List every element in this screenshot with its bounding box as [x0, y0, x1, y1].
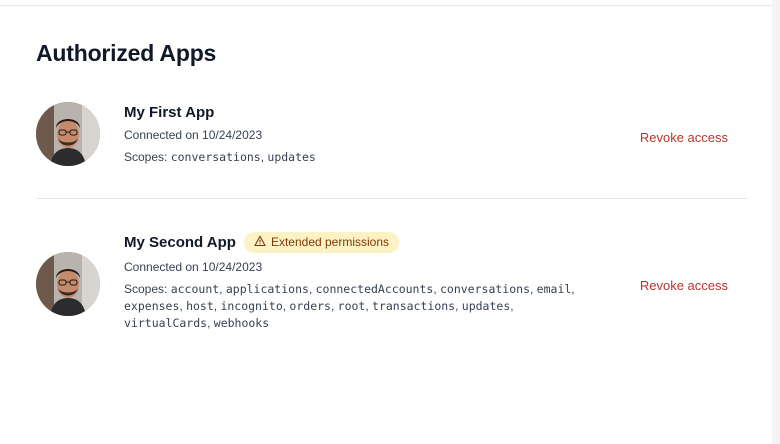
- scope-token: account: [170, 282, 220, 296]
- app-row-first: My First App Connected on 10/24/2023 Sco…: [36, 102, 748, 199]
- app-name: My Second App: [124, 233, 236, 251]
- scope-token: conversations: [170, 150, 261, 164]
- scope-token: root: [337, 299, 366, 313]
- scopes-label: Scopes:: [124, 282, 168, 296]
- scopes-list: Scopes: account, applications, connected…: [124, 282, 575, 330]
- scope-token: host: [186, 299, 214, 313]
- app-info: My Second App Extended permissions Conne…: [124, 230, 604, 332]
- scope-token: connectedAccounts: [315, 282, 434, 296]
- connected-date: Connected on 10/24/2023: [124, 260, 263, 274]
- app-name-line: My Second App Extended permissions: [124, 231, 604, 253]
- page-title: Authorized Apps: [36, 40, 217, 66]
- scope-token: updates: [267, 150, 316, 164]
- revoke-access-button[interactable]: Revoke access: [640, 130, 728, 145]
- connected-date: Connected on 10/24/2023: [124, 128, 263, 142]
- app-name: My First App: [124, 103, 215, 121]
- scope-token: conversations: [439, 282, 530, 296]
- app-name-line: My First App: [124, 102, 604, 122]
- scope-token: email: [536, 282, 572, 296]
- app-info: My First App Connected on 10/24/2023 Sco…: [124, 102, 604, 166]
- scope-token: transactions: [372, 299, 456, 313]
- scopes-list: Scopes: conversations, updates: [124, 150, 316, 164]
- scrollbar-track[interactable]: [772, 0, 780, 444]
- scope-token: incognito: [220, 299, 283, 313]
- scope-token: virtualCards: [124, 316, 208, 330]
- warning-triangle-icon: [254, 235, 266, 250]
- scopes-label: Scopes:: [124, 150, 168, 164]
- extended-permissions-badge: Extended permissions: [243, 231, 400, 253]
- scope-token: webhooks: [213, 316, 270, 330]
- app-avatar: [36, 252, 100, 316]
- scope-token: orders: [289, 299, 331, 313]
- app-avatar: [36, 102, 100, 166]
- badge-label: Extended permissions: [270, 235, 390, 249]
- scope-token: updates: [461, 299, 511, 313]
- app-row-second: My Second App Extended permissions Conne…: [36, 230, 748, 340]
- top-divider: [0, 5, 772, 6]
- scope-token: expenses: [124, 299, 180, 313]
- revoke-access-button[interactable]: Revoke access: [640, 278, 728, 293]
- scope-token: applications: [225, 282, 309, 296]
